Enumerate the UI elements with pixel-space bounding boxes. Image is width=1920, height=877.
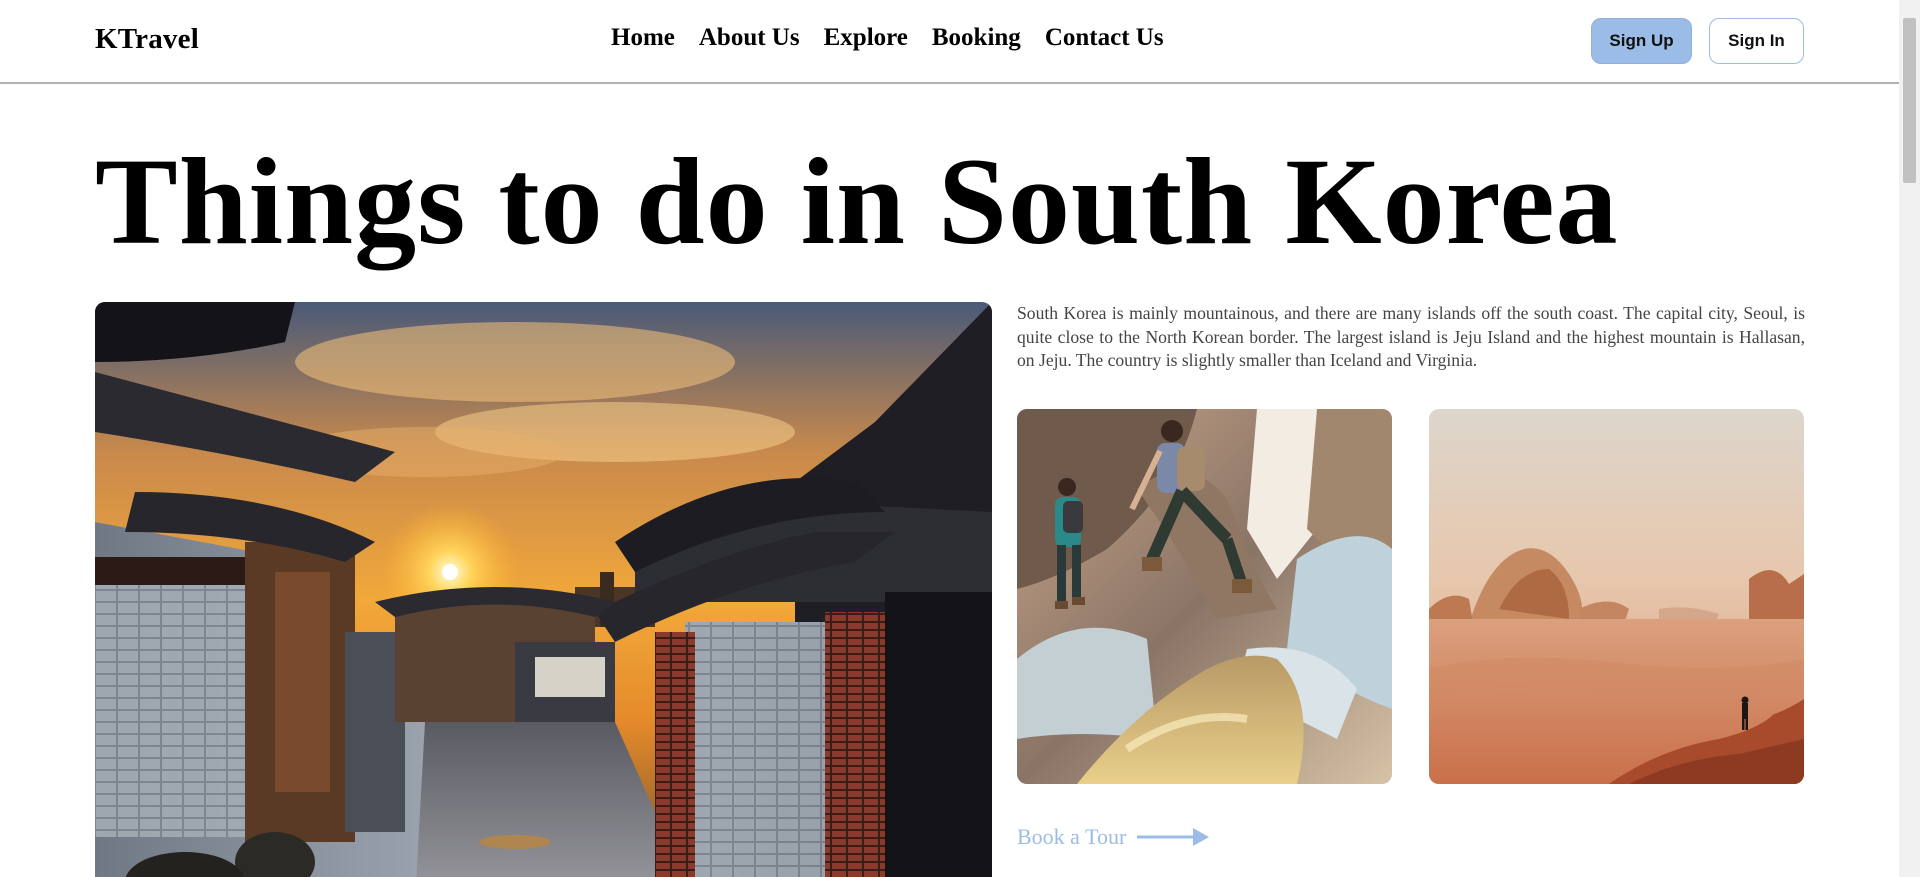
desert-landscape-image[interactable]	[1429, 409, 1804, 784]
sign-up-button[interactable]: Sign Up	[1591, 18, 1692, 64]
book-a-tour-link[interactable]: Book a Tour	[1017, 824, 1210, 850]
sign-in-button[interactable]: Sign In	[1709, 18, 1804, 64]
nav-link-contact[interactable]: Contact Us	[1045, 24, 1164, 52]
main-nav: Home About Us Explore Booking Contact Us	[611, 24, 1188, 52]
hiking-canyon-image[interactable]	[1017, 409, 1392, 784]
nav-link-explore[interactable]: Explore	[824, 24, 908, 52]
hanok-village-sunset-image	[95, 302, 992, 877]
nav-link-home[interactable]: Home	[611, 24, 675, 52]
destination-description: South Korea is mainly mountainous, and t…	[1017, 303, 1805, 370]
site-logo[interactable]: KTravel	[95, 23, 199, 56]
scrollbar-thumb[interactable]	[1903, 18, 1916, 183]
book-a-tour-label: Book a Tour	[1017, 824, 1127, 849]
page-title: Things to do in South Korea	[95, 133, 1619, 270]
nav-link-about[interactable]: About Us	[699, 24, 800, 52]
hanok-village-sunset-illustration	[95, 302, 992, 877]
page: KTravel Home About Us Explore Booking Co…	[0, 0, 1899, 877]
desert-landscape-illustration	[1429, 409, 1804, 784]
hiking-canyon-illustration	[1017, 409, 1392, 784]
arrow-right-icon	[1137, 826, 1210, 848]
vertical-scrollbar[interactable]	[1899, 0, 1920, 877]
top-navbar: KTravel Home About Us Explore Booking Co…	[0, 0, 1899, 84]
nav-link-booking[interactable]: Booking	[932, 24, 1021, 52]
